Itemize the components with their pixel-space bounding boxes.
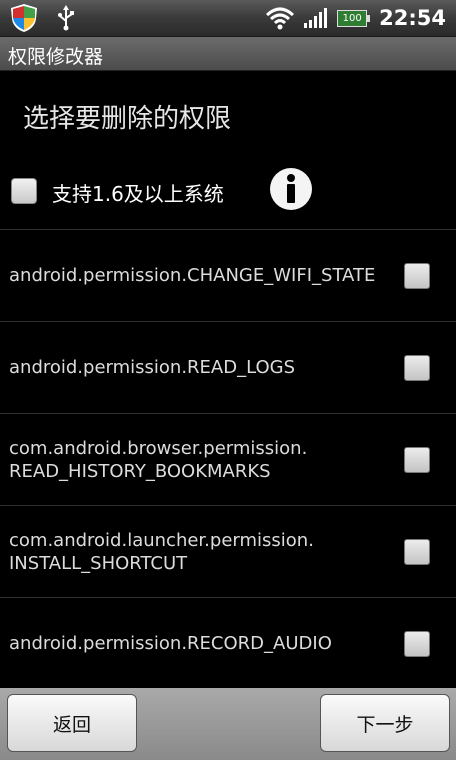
page-heading: 选择要删除的权限 — [23, 104, 232, 134]
permission-label: android.permission.CHANGE_WIFI_STATE — [9, 265, 376, 286]
signal-icon — [304, 8, 328, 28]
battery-level: 100 — [342, 12, 362, 24]
status-bar-right: 100 22:54 — [265, 0, 446, 36]
clock: 22:54 — [379, 6, 446, 30]
shield-icon — [11, 4, 37, 32]
permission-label: android.permission.RECORD_AUDIO — [9, 633, 332, 654]
permission-item[interactable]: com.android.browser.permission. READ_HIS… — [0, 413, 456, 505]
info-icon[interactable] — [269, 167, 313, 211]
back-button[interactable]: 返回 — [7, 694, 137, 752]
status-bar-left — [10, 3, 76, 33]
support-option-row[interactable]: 支持1.6及以上系统 — [0, 163, 456, 219]
permission-item[interactable]: android.permission.READ_LOGS — [0, 321, 456, 413]
permission-item[interactable]: com.android.launcher.permission. INSTALL… — [0, 505, 456, 597]
permission-label: com.android.launcher.permission. INSTALL… — [9, 529, 314, 574]
support-checkbox[interactable] — [11, 178, 37, 204]
permission-item[interactable]: android.permission.CHANGE_WIFI_STATE — [0, 229, 456, 321]
permission-item[interactable]: android.permission.RECORD_AUDIO — [0, 597, 456, 689]
permission-checkbox[interactable] — [404, 631, 430, 657]
permission-checkbox[interactable] — [404, 539, 430, 565]
app-title: 权限修改器 — [8, 46, 104, 68]
next-button[interactable]: 下一步 — [320, 694, 450, 752]
app-title-bar: 权限修改器 — [0, 37, 456, 71]
status-bar: 100 22:54 — [0, 0, 456, 37]
permission-label: android.permission.READ_LOGS — [9, 357, 296, 378]
battery-icon: 100 — [337, 9, 371, 27]
usb-icon — [58, 5, 74, 31]
permission-checkbox[interactable] — [404, 447, 430, 473]
permission-label: com.android.browser.permission. READ_HIS… — [9, 437, 308, 482]
permission-list: android.permission.CHANGE_WIFI_STATE and… — [0, 229, 456, 689]
permission-checkbox[interactable] — [404, 355, 430, 381]
button-bar: 返回 下一步 — [0, 688, 456, 760]
support-label: 支持1.6及以上系统 — [52, 182, 224, 206]
wifi-icon — [266, 7, 295, 30]
permission-checkbox[interactable] — [404, 263, 430, 289]
